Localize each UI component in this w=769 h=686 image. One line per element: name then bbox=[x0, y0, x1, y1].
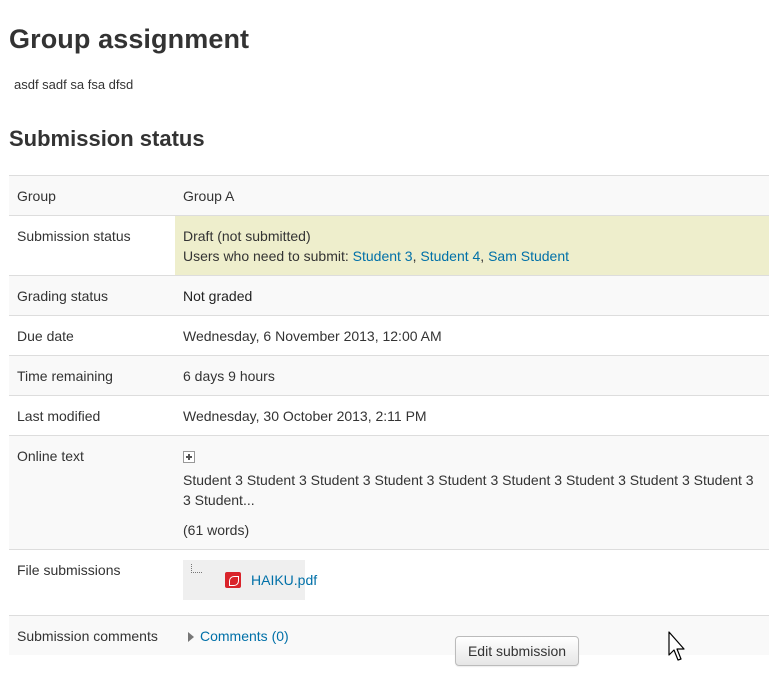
user-link-student-4[interactable]: Student 4 bbox=[420, 248, 480, 264]
row-label-grading-status: Grading status bbox=[9, 275, 175, 316]
file-tree: HAIKU.pdf bbox=[183, 560, 317, 600]
row-label-last-modified: Last modified bbox=[9, 395, 175, 436]
table-row: Grading status Not graded bbox=[9, 275, 769, 316]
table-row: Group Group A bbox=[9, 175, 769, 216]
row-value-file-submissions: HAIKU.pdf bbox=[175, 549, 769, 616]
table-row: Last modified Wednesday, 30 October 2013… bbox=[9, 395, 769, 436]
word-count: (61 words) bbox=[183, 522, 250, 538]
mouse-cursor-icon bbox=[668, 631, 685, 661]
table-row: Time remaining 6 days 9 hours bbox=[9, 355, 769, 396]
row-label-submission-comments: Submission comments bbox=[9, 615, 175, 655]
row-label-due-date: Due date bbox=[9, 315, 175, 356]
row-label-group: Group bbox=[9, 175, 175, 216]
assignment-page: Group assignment asdf sadf sa fsa dfsd S… bbox=[0, 0, 769, 686]
row-value-time-remaining: 6 days 9 hours bbox=[175, 355, 769, 396]
row-label-file-submissions: File submissions bbox=[9, 549, 175, 616]
section-title: Submission status bbox=[9, 126, 205, 151]
user-separator: , bbox=[480, 248, 489, 264]
online-text-preview: Student 3 Student 3 Student 3 Student 3 … bbox=[183, 472, 754, 508]
table-row: Submission status Draft (not submitted) … bbox=[9, 215, 769, 276]
file-link-haiku[interactable]: HAIKU.pdf bbox=[251, 570, 317, 590]
plus-icon[interactable] bbox=[183, 451, 195, 463]
submission-status-table: Group Group A Submission status Draft (n… bbox=[9, 175, 769, 655]
table-row: Submission comments Comments (0) bbox=[9, 615, 769, 655]
row-label-submission-status: Submission status bbox=[9, 215, 175, 276]
pdf-icon bbox=[225, 572, 241, 588]
tree-connector bbox=[191, 564, 202, 573]
page-title: Group assignment bbox=[9, 24, 250, 54]
row-value-last-modified: Wednesday, 30 October 2013, 2:11 PM bbox=[175, 395, 769, 436]
table-row: Due date Wednesday, 6 November 2013, 12:… bbox=[9, 315, 769, 356]
user-link-sam-student[interactable]: Sam Student bbox=[488, 248, 569, 264]
edit-submission-button[interactable]: Edit submission bbox=[455, 636, 579, 666]
row-value-grading-status: Not graded bbox=[175, 275, 769, 316]
row-value-due-date: Wednesday, 6 November 2013, 12:00 AM bbox=[175, 315, 769, 356]
row-label-time-remaining: Time remaining bbox=[9, 355, 175, 396]
users-need-submit-label: Users who need to submit: bbox=[183, 248, 353, 264]
assignment-intro: asdf sadf sa fsa dfsd bbox=[14, 77, 134, 92]
row-value-online-text: Student 3 Student 3 Student 3 Student 3 … bbox=[175, 435, 769, 550]
user-link-student-3[interactable]: Student 3 bbox=[353, 248, 413, 264]
table-row: File submissions HAIKU.pdf bbox=[9, 549, 769, 616]
row-value-submission-status: Draft (not submitted) Users who need to … bbox=[175, 215, 769, 276]
row-label-online-text: Online text bbox=[9, 435, 175, 550]
row-value-group: Group A bbox=[175, 175, 769, 216]
table-row: Online text Student 3 Student 3 Student … bbox=[9, 435, 769, 550]
comments-link[interactable]: Comments (0) bbox=[200, 628, 289, 644]
triangle-right-icon[interactable] bbox=[188, 632, 194, 642]
draft-status-text: Draft (not submitted) bbox=[183, 228, 311, 244]
